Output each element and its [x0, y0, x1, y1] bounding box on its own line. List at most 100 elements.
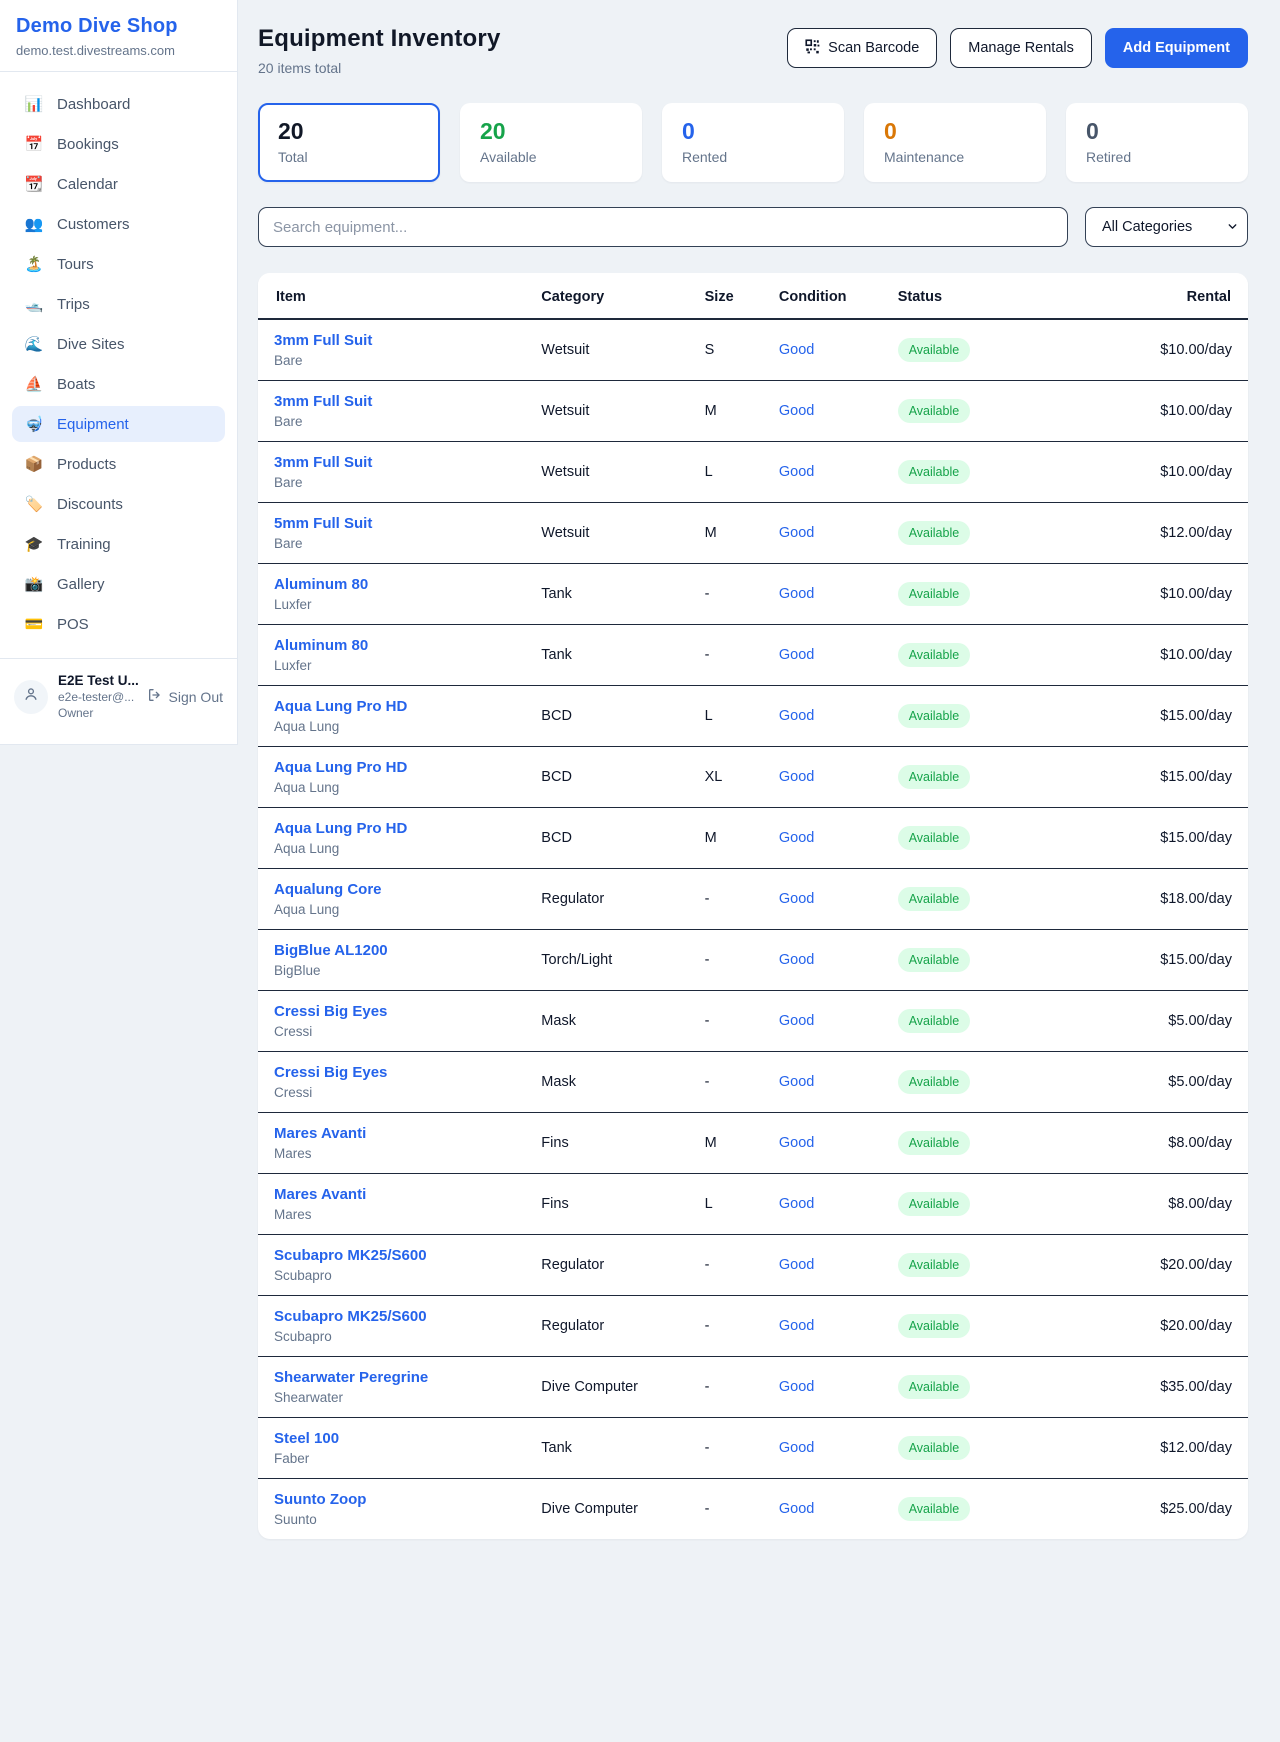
condition-link[interactable]: Good — [779, 1135, 814, 1151]
condition-cell: Good — [763, 564, 882, 625]
sign-out-button[interactable]: Sign Out — [147, 687, 223, 706]
stat-label-available: Available — [480, 149, 622, 165]
search-input[interactable] — [258, 207, 1068, 247]
sign-out-label: Sign Out — [169, 689, 223, 705]
stat-card-maintenance[interactable]: 0Maintenance — [864, 103, 1046, 182]
rental-cell: $25.00/day — [1109, 1479, 1248, 1540]
category-select[interactable]: All Categories — [1085, 207, 1248, 247]
status-badge: Available — [898, 521, 971, 545]
condition-link[interactable]: Good — [779, 647, 814, 663]
item-name-link[interactable]: Aqua Lung Pro HD — [274, 759, 509, 776]
item-brand: Mares — [274, 1207, 509, 1222]
item-brand: Cressi — [274, 1024, 509, 1039]
item-brand: Scubapro — [274, 1329, 509, 1344]
condition-link[interactable]: Good — [779, 769, 814, 785]
status-cell: Available — [882, 1052, 1110, 1113]
sidebar-item-pos[interactable]: 💳POS — [12, 606, 225, 642]
item-name-link[interactable]: Aqua Lung Pro HD — [274, 698, 509, 715]
item-name-link[interactable]: Suunto Zoop — [274, 1491, 509, 1508]
sidebar-item-dive-sites[interactable]: 🌊Dive Sites — [12, 326, 225, 362]
item-cell: Aqua Lung Pro HDAqua Lung — [258, 686, 525, 747]
item-name-link[interactable]: Scubapro MK25/S600 — [274, 1308, 509, 1325]
item-name-link[interactable]: Aqua Lung Pro HD — [274, 820, 509, 837]
stat-card-retired[interactable]: 0Retired — [1066, 103, 1248, 182]
item-name-link[interactable]: Aluminum 80 — [274, 637, 509, 654]
item-brand: Cressi — [274, 1085, 509, 1100]
item-name-link[interactable]: 5mm Full Suit — [274, 515, 509, 532]
rental-cell: $15.00/day — [1109, 747, 1248, 808]
condition-link[interactable]: Good — [779, 1379, 814, 1395]
status-cell: Available — [882, 442, 1110, 503]
item-name-link[interactable]: 3mm Full Suit — [274, 332, 509, 349]
condition-link[interactable]: Good — [779, 1013, 814, 1029]
condition-cell: Good — [763, 808, 882, 869]
condition-link[interactable]: Good — [779, 464, 814, 480]
item-brand: Bare — [274, 414, 509, 429]
condition-link[interactable]: Good — [779, 403, 814, 419]
size-cell: - — [689, 564, 763, 625]
stat-card-total[interactable]: 20Total — [258, 103, 440, 182]
condition-link[interactable]: Good — [779, 1440, 814, 1456]
item-name-link[interactable]: Cressi Big Eyes — [274, 1064, 509, 1081]
sidebar-item-trips[interactable]: 🛥️Trips — [12, 286, 225, 322]
condition-link[interactable]: Good — [779, 1501, 814, 1517]
condition-link[interactable]: Good — [779, 891, 814, 907]
sidebar-item-customers[interactable]: 👥Customers — [12, 206, 225, 242]
item-name-link[interactable]: Mares Avanti — [274, 1125, 509, 1142]
item-name-link[interactable]: Steel 100 — [274, 1430, 509, 1447]
item-name-link[interactable]: Aluminum 80 — [274, 576, 509, 593]
calendar-icon: 📆 — [24, 175, 44, 193]
condition-link[interactable]: Good — [779, 952, 814, 968]
item-name-link[interactable]: 3mm Full Suit — [274, 454, 509, 471]
sidebar-item-training[interactable]: 🎓Training — [12, 526, 225, 562]
scan-barcode-button[interactable]: Scan Barcode — [787, 28, 937, 68]
sidebar-item-equipment[interactable]: 🤿Equipment — [12, 406, 225, 442]
status-cell: Available — [882, 1418, 1110, 1479]
condition-link[interactable]: Good — [779, 586, 814, 602]
sidebar-item-tours[interactable]: 🏝️Tours — [12, 246, 225, 282]
sidebar-item-boats[interactable]: ⛵Boats — [12, 366, 225, 402]
item-name-link[interactable]: Scubapro MK25/S600 — [274, 1247, 509, 1264]
size-cell: L — [689, 442, 763, 503]
size-cell: - — [689, 930, 763, 991]
sidebar-item-discounts[interactable]: 🏷️Discounts — [12, 486, 225, 522]
sidebar-item-products[interactable]: 📦Products — [12, 446, 225, 482]
item-brand: Scubapro — [274, 1268, 509, 1283]
sidebar-item-label: Bookings — [57, 136, 119, 153]
item-name-link[interactable]: Mares Avanti — [274, 1186, 509, 1203]
sidebar-item-label: Tours — [57, 256, 94, 273]
status-badge: Available — [898, 1131, 971, 1155]
condition-link[interactable]: Good — [779, 1074, 814, 1090]
item-name-link[interactable]: Aqualung Core — [274, 881, 509, 898]
item-name-link[interactable]: 3mm Full Suit — [274, 393, 509, 410]
condition-link[interactable]: Good — [779, 342, 814, 358]
condition-link[interactable]: Good — [779, 830, 814, 846]
condition-link[interactable]: Good — [779, 1257, 814, 1273]
category-cell: Wetsuit — [525, 381, 688, 442]
item-name-link[interactable]: Shearwater Peregrine — [274, 1369, 509, 1386]
status-badge: Available — [898, 1436, 971, 1460]
condition-link[interactable]: Good — [779, 708, 814, 724]
sidebar-item-calendar[interactable]: 📆Calendar — [12, 166, 225, 202]
sidebar-item-bookings[interactable]: 📅Bookings — [12, 126, 225, 162]
item-brand: Bare — [274, 475, 509, 490]
manage-rentals-button[interactable]: Manage Rentals — [950, 28, 1092, 68]
sidebar-item-gallery[interactable]: 📸Gallery — [12, 566, 225, 602]
status-badge: Available — [898, 1497, 971, 1521]
table-row: Suunto ZoopSuuntoDive Computer-GoodAvail… — [258, 1479, 1248, 1540]
rental-cell: $18.00/day — [1109, 869, 1248, 930]
stat-card-rented[interactable]: 0Rented — [662, 103, 844, 182]
table-row: 3mm Full SuitBareWetsuitSGoodAvailable$1… — [258, 319, 1248, 381]
table-row: 3mm Full SuitBareWetsuitLGoodAvailable$1… — [258, 442, 1248, 503]
condition-link[interactable]: Good — [779, 1196, 814, 1212]
sidebar-item-label: Dive Sites — [57, 336, 125, 353]
item-name-link[interactable]: BigBlue AL1200 — [274, 942, 509, 959]
stat-card-available[interactable]: 20Available — [460, 103, 642, 182]
condition-link[interactable]: Good — [779, 525, 814, 541]
condition-link[interactable]: Good — [779, 1318, 814, 1334]
item-name-link[interactable]: Cressi Big Eyes — [274, 1003, 509, 1020]
sidebar-item-dashboard[interactable]: 📊Dashboard — [12, 86, 225, 122]
trips-icon: 🛥️ — [24, 295, 44, 313]
item-cell: Suunto ZoopSuunto — [258, 1479, 525, 1540]
add-equipment-button[interactable]: Add Equipment — [1105, 28, 1248, 68]
